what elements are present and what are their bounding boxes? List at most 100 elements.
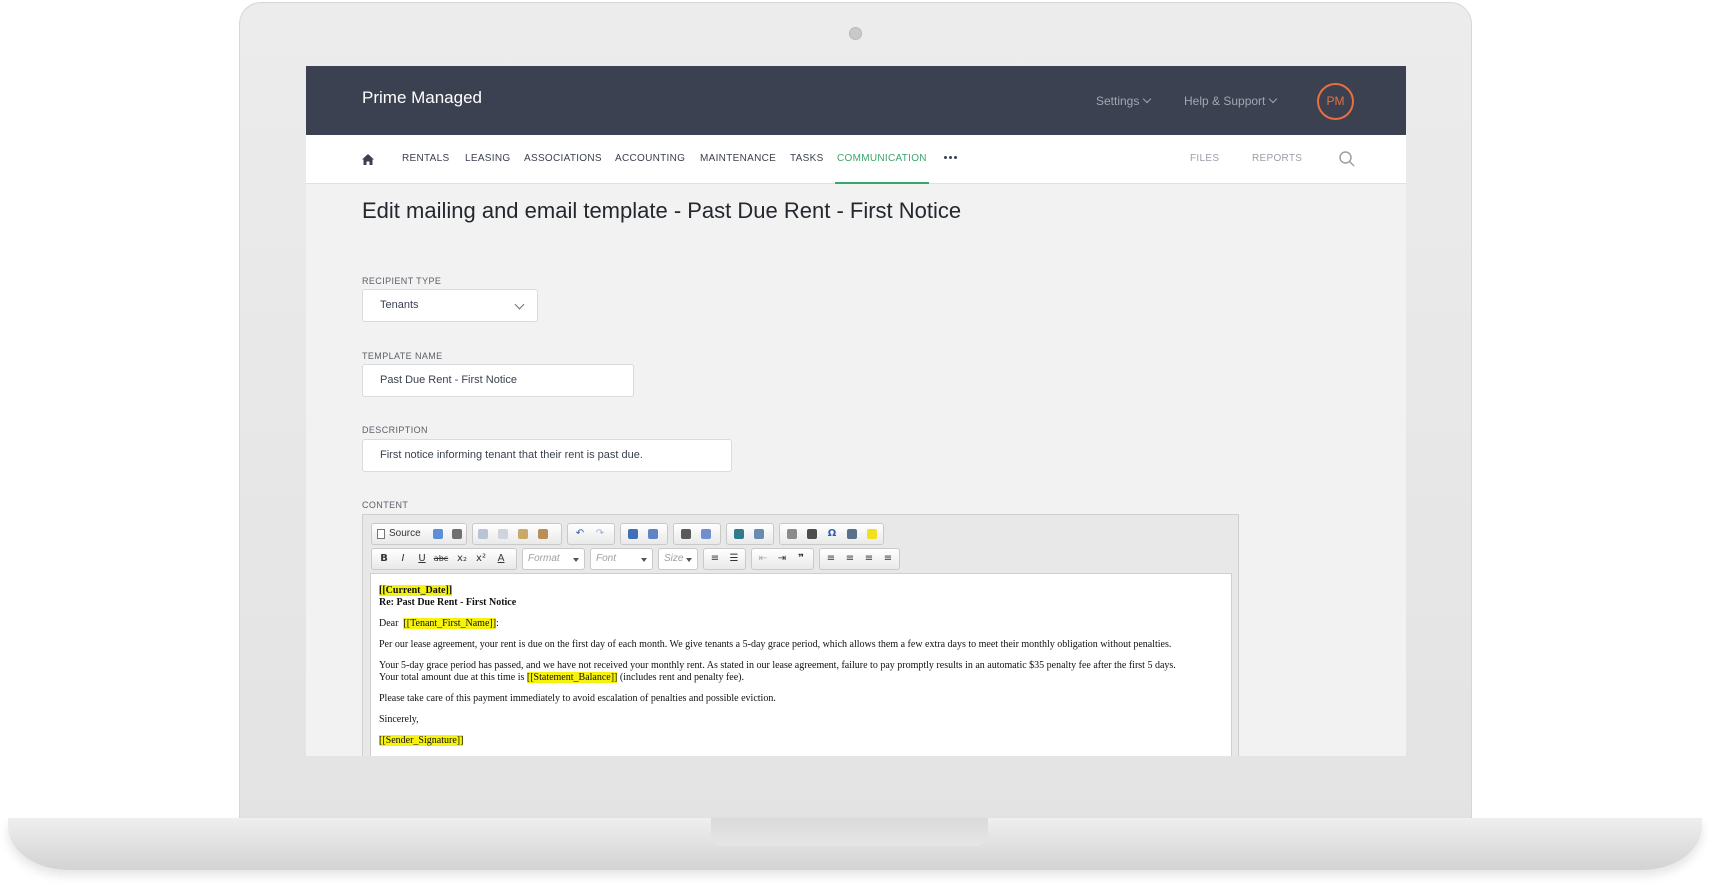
camera-dot xyxy=(849,27,862,40)
align-left-icon[interactable]: ≡ xyxy=(823,551,839,567)
recipient-type-value: Tenants xyxy=(380,299,419,311)
paragraph-2-line-1: Your 5-day grace period has passed, and … xyxy=(379,660,1176,671)
toolbar-group-basicstyles: B I U abc x₂ x² A xyxy=(371,548,517,570)
redo-icon[interactable]: ↷ xyxy=(592,526,608,542)
superscript-button[interactable]: x² xyxy=(473,551,489,567)
bulleted-list-icon[interactable]: ☰ xyxy=(726,551,742,567)
preview-icon[interactable] xyxy=(430,526,446,542)
toolbar-group-indent: ⇤ ⇥ ❞ xyxy=(751,548,814,570)
subscript-button[interactable]: x₂ xyxy=(454,551,470,567)
template-name-label: TEMPLATE NAME xyxy=(362,351,443,361)
nav-item-files[interactable]: FILES xyxy=(1190,135,1219,183)
toolbar-group-spell xyxy=(726,523,774,545)
description-label: DESCRIPTION xyxy=(362,425,428,435)
template-name-field[interactable]: Past Due Rent - First Notice xyxy=(362,364,634,397)
editor-toolbar-row-1: Source ↶ ↷ Ω xyxy=(371,523,1231,545)
indent-icon[interactable]: ⇥ xyxy=(774,551,790,567)
horizontal-rule-icon[interactable] xyxy=(784,526,800,542)
blockquote-icon[interactable]: ❞ xyxy=(793,551,809,567)
help-support-menu[interactable]: Help & Support xyxy=(1184,94,1278,108)
print-icon[interactable] xyxy=(449,526,465,542)
scayt-icon[interactable] xyxy=(751,526,767,542)
outdent-icon[interactable]: ⇤ xyxy=(755,551,771,567)
bold-button[interactable]: B xyxy=(376,551,392,567)
toolbar-group-find xyxy=(620,523,668,545)
nav-item-maintenance[interactable]: MAINTENANCE xyxy=(700,135,776,183)
nav-item-rentals[interactable]: RENTALS xyxy=(402,135,449,183)
paste-icon[interactable] xyxy=(515,526,531,542)
paragraph-2-prefix: Your total amount due at this time is xyxy=(379,672,525,683)
avatar[interactable]: PM xyxy=(1317,83,1354,120)
replace-icon[interactable] xyxy=(645,526,661,542)
numbered-list-icon[interactable]: ≡ xyxy=(707,551,723,567)
editor-toolbar-row-2: B I U abc x₂ x² A Format Font Size ≡ ☰ ⇤… xyxy=(371,548,1231,570)
main-nav: RENTALS LEASING ASSOCIATIONS ACCOUNTING … xyxy=(306,135,1406,184)
subject-line: Re: Past Due Rent - First Notice xyxy=(379,597,517,608)
recipient-type-select[interactable]: Tenants xyxy=(362,289,538,322)
chevron-down-icon xyxy=(514,299,525,310)
greeting-suffix: : xyxy=(496,618,499,629)
cut-icon[interactable] xyxy=(475,526,491,542)
select-all-icon[interactable] xyxy=(678,526,694,542)
align-justify-icon[interactable]: ≡ xyxy=(880,551,896,567)
toolbar-group-select xyxy=(673,523,721,545)
align-right-icon[interactable]: ≡ xyxy=(861,551,877,567)
app-screen: Prime Managed Settings Help & Support PM… xyxy=(306,66,1406,756)
merge-field-icon[interactable] xyxy=(864,526,880,542)
closing: Sincerely, xyxy=(379,714,419,725)
size-select[interactable]: Size xyxy=(658,548,698,570)
toolbar-group-align: ≡ ≡ ≡ ≡ xyxy=(819,548,900,570)
editor-content[interactable]: [[Current_Date]] Re: Past Due Rent - Fir… xyxy=(370,573,1232,756)
recipient-type-label: RECIPIENT TYPE xyxy=(362,276,442,286)
more-menu-icon[interactable] xyxy=(944,156,959,159)
font-select[interactable]: Font xyxy=(590,548,653,570)
align-center-icon[interactable]: ≡ xyxy=(842,551,858,567)
sender-signature-token: [[Sender_Signature]] xyxy=(379,735,464,746)
nav-item-communication[interactable]: COMMUNICATION xyxy=(835,135,929,184)
settings-menu[interactable]: Settings xyxy=(1096,94,1152,108)
remove-format-icon[interactable] xyxy=(698,526,714,542)
find-icon[interactable] xyxy=(625,526,641,542)
paragraph-2-suffix: (includes rent and penalty fee). xyxy=(619,672,745,683)
greeting-prefix: Dear xyxy=(379,618,399,629)
laptop-base-notch xyxy=(711,818,988,846)
toolbar-group-document: Source xyxy=(371,523,467,545)
help-support-label: Help & Support xyxy=(1184,94,1266,108)
home-icon[interactable] xyxy=(362,154,374,165)
table-icon[interactable] xyxy=(844,526,860,542)
description-field[interactable]: First notice informing tenant that their… xyxy=(362,439,732,472)
text-color-button[interactable]: A xyxy=(493,551,509,567)
chevron-down-icon xyxy=(1269,94,1278,104)
nav-item-associations[interactable]: ASSOCIATIONS xyxy=(524,135,602,183)
paragraph-1: Per our lease agreement, your rent is du… xyxy=(379,639,1172,650)
nav-item-leasing[interactable]: LEASING xyxy=(465,135,510,183)
current-date-token: [[Current_Date]] xyxy=(379,585,453,596)
page-title: Edit mailing and email template - Past D… xyxy=(362,198,962,223)
italic-button[interactable]: I xyxy=(395,551,411,567)
source-button[interactable]: Source xyxy=(376,526,421,542)
strikethrough-button[interactable]: abc xyxy=(433,551,449,567)
toolbar-group-insert: Ω xyxy=(779,523,884,545)
top-bar: Prime Managed Settings Help & Support PM xyxy=(306,66,1406,135)
rich-text-editor: Source ↶ ↷ Ω B I U abc x₂ x² A Format Fo… xyxy=(362,514,1239,756)
toolbar-group-lists: ≡ ☰ xyxy=(703,548,746,570)
paragraph-3: Please take care of this payment immedia… xyxy=(379,693,776,704)
search-icon[interactable] xyxy=(1338,150,1356,168)
page-break-icon[interactable] xyxy=(804,526,820,542)
tenant-first-name-token: [[Tenant_First_Name]] xyxy=(403,618,497,629)
copy-icon[interactable] xyxy=(495,526,511,542)
undo-icon[interactable]: ↶ xyxy=(572,526,588,542)
brand-name[interactable]: Prime Managed xyxy=(362,88,482,108)
spellcheck-icon[interactable] xyxy=(731,526,747,542)
special-char-icon[interactable]: Ω xyxy=(824,526,840,542)
underline-button[interactable]: U xyxy=(414,551,430,567)
nav-item-reports[interactable]: REPORTS xyxy=(1252,135,1302,183)
format-select[interactable]: Format xyxy=(522,548,585,570)
nav-item-accounting[interactable]: ACCOUNTING xyxy=(615,135,685,183)
paste-from-word-icon[interactable] xyxy=(535,526,551,542)
content-label: CONTENT xyxy=(362,500,409,510)
chevron-down-icon xyxy=(1143,94,1152,104)
nav-item-tasks[interactable]: TASKS xyxy=(790,135,824,183)
statement-balance-token: [[Statement_Balance]] xyxy=(526,672,618,683)
toolbar-group-clipboard xyxy=(472,523,562,545)
